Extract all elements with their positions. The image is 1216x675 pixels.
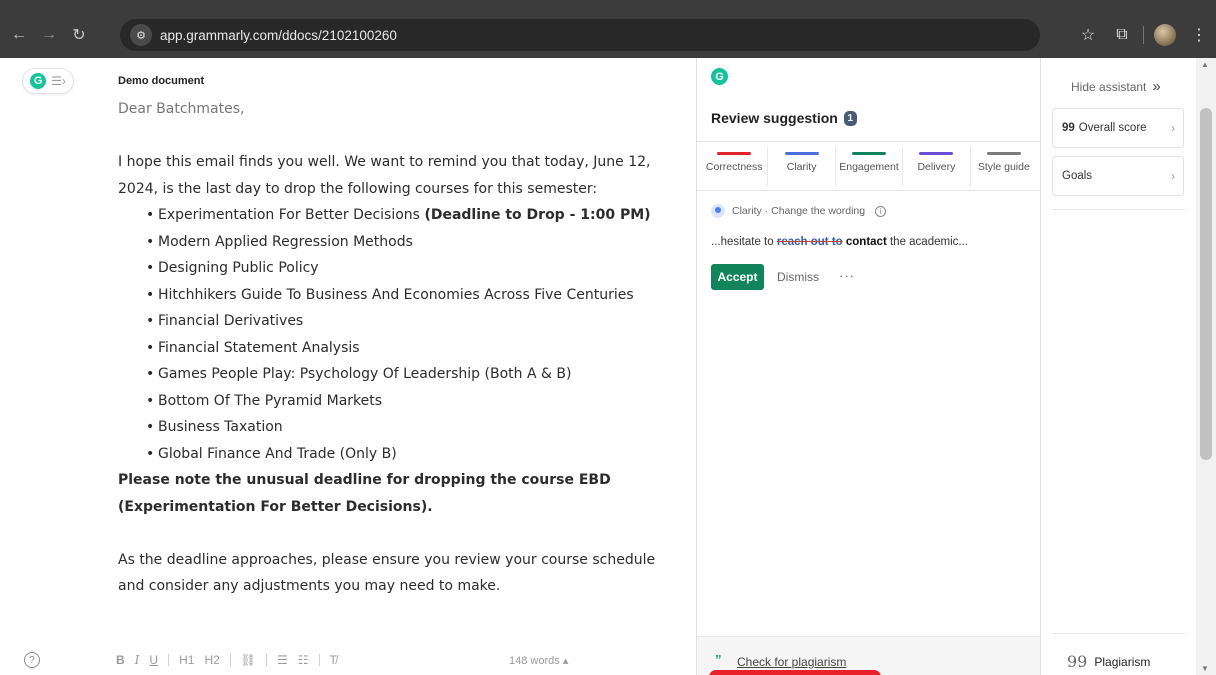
- clear-format-icon[interactable]: T̸: [330, 653, 337, 667]
- format-divider: [318, 654, 320, 666]
- tab-clarity[interactable]: Clarity: [768, 148, 836, 186]
- document-menu-button[interactable]: G ☰›: [22, 68, 74, 94]
- back-icon[interactable]: ←: [8, 24, 30, 46]
- info-icon[interactable]: i: [875, 205, 887, 217]
- forward-icon[interactable]: →: [38, 24, 60, 46]
- assistant-sidebar: Hide assistant » 99 Overall score › Goals…: [1041, 58, 1196, 675]
- link-icon[interactable]: ⛓: [241, 653, 256, 667]
- bullet-list-icon[interactable]: ☷: [298, 653, 309, 667]
- underline-icon[interactable]: U: [149, 653, 158, 667]
- panel-divider: [697, 190, 1040, 191]
- bold-note: Please note the unusual deadline for dro…: [118, 472, 611, 515]
- site-settings-icon[interactable]: ⚙: [130, 24, 152, 46]
- plagiarism-button[interactable]: 99 Plagiarism: [1067, 652, 1150, 671]
- list-item: Bottom Of The Pyramid Markets: [146, 388, 678, 415]
- format-toolbar: B I U H1 H2 ⛓ ☰ ☷ T̸: [116, 653, 347, 667]
- list-item: Financial Statement Analysis: [146, 335, 678, 362]
- tab-delivery[interactable]: Delivery: [903, 148, 971, 186]
- hide-assistant-button[interactable]: Hide assistant »: [1071, 78, 1161, 95]
- address-bar[interactable]: ⚙ app.grammarly.com/ddocs/2102100260: [120, 19, 1040, 51]
- url-text[interactable]: app.grammarly.com/ddocs/2102100260: [160, 28, 397, 43]
- italic-icon[interactable]: I: [135, 653, 140, 667]
- heading2-icon[interactable]: H2: [204, 653, 219, 667]
- scrollbar-thumb[interactable]: [1200, 108, 1212, 460]
- grammarly-page: G ☰› Demo document Dear Batchmates, I ho…: [0, 58, 1216, 675]
- list-item: Hitchhikers Guide To Business And Econom…: [146, 282, 678, 309]
- bold-icon[interactable]: B: [116, 653, 125, 667]
- format-divider: [266, 654, 268, 666]
- quote-outline-icon: 99: [1067, 652, 1088, 671]
- grammarly-logo-icon: G: [30, 73, 47, 89]
- profile-avatar[interactable]: [1154, 24, 1176, 46]
- scroll-up-arrow-icon[interactable]: ▲: [1201, 60, 1209, 69]
- scroll-down-arrow-icon[interactable]: ▼: [1201, 664, 1209, 673]
- heading1-icon[interactable]: H1: [179, 653, 194, 667]
- document-title[interactable]: Demo document: [118, 75, 204, 87]
- plagiarism-check-bar: ” Check for plagiarism: [697, 636, 1040, 675]
- grammarly-logo-icon: G: [711, 68, 728, 85]
- red-annotation-mark: [709, 670, 881, 675]
- word-count[interactable]: 148 words ▴: [509, 654, 568, 667]
- panel-title: Review suggestion 1: [711, 110, 857, 126]
- tab-correctness[interactable]: Correctness: [701, 148, 769, 186]
- sidebar-divider: [1052, 633, 1185, 634]
- course-list: Experimentation For Better Decisions (De…: [118, 202, 678, 467]
- reload-icon[interactable]: ↻: [68, 24, 90, 46]
- help-icon[interactable]: ?: [24, 652, 40, 668]
- list-item: Financial Derivatives: [146, 308, 678, 335]
- more-options-icon[interactable]: ···: [839, 268, 855, 283]
- chevron-right-icon: ›: [1171, 169, 1175, 183]
- goals-card[interactable]: Goals ›: [1052, 156, 1184, 196]
- accept-button[interactable]: Accept: [711, 264, 764, 290]
- list-item: Modern Applied Regression Methods: [146, 229, 678, 256]
- clarity-icon: [711, 204, 725, 218]
- document-editor[interactable]: Dear Batchmates, I hope this email finds…: [118, 96, 678, 636]
- ordered-list-icon[interactable]: ☰: [277, 653, 288, 667]
- list-item: Designing Public Policy: [146, 255, 678, 282]
- list-item: Games People Play: Psychology Of Leaders…: [146, 361, 678, 388]
- format-divider: [168, 654, 170, 666]
- suggestion-count-badge: 1: [843, 110, 857, 126]
- tab-style-guide[interactable]: Style guide: [971, 148, 1037, 186]
- tab-strip: [0, 0, 1216, 12]
- intro-paragraph: I hope this email finds you well. We wan…: [118, 154, 651, 197]
- bookmark-star-icon[interactable]: ☆: [1075, 25, 1101, 45]
- check-plagiarism-link[interactable]: Check for plagiarism: [737, 655, 846, 669]
- tab-engagement[interactable]: Engagement: [836, 148, 904, 186]
- closing-paragraph: As the deadline approaches, please ensur…: [118, 551, 656, 595]
- browser-toolbar: ← → ↻ ⚙ app.grammarly.com/ddocs/21021002…: [0, 12, 1216, 58]
- overall-score-card[interactable]: 99 Overall score ›: [1052, 108, 1184, 148]
- sidebar-divider: [1052, 209, 1185, 210]
- suggestion-header: Clarity · Change the wording i: [711, 204, 887, 218]
- menu-lines-icon: ☰›: [51, 74, 66, 88]
- list-item: Global Finance And Trade (Only B): [146, 441, 678, 468]
- format-divider: [229, 654, 231, 666]
- category-tabs: Correctness Clarity Engagement Delivery …: [701, 148, 1037, 186]
- suggestion-panel: G Review suggestion 1 Correctness Clarit…: [696, 58, 1041, 675]
- dismiss-button[interactable]: Dismiss: [777, 270, 819, 284]
- page-scrollbar[interactable]: ▲ ▼: [1196, 58, 1216, 675]
- kebab-menu-icon[interactable]: ⋮: [1186, 25, 1212, 45]
- double-chevron-right-icon: »: [1152, 78, 1161, 95]
- suggestion-preview: ...hesitate to reach out to contact the …: [711, 236, 968, 248]
- panel-divider: [697, 141, 1040, 142]
- toolbar-divider: [1143, 26, 1144, 44]
- list-item: Business Taxation: [146, 414, 678, 441]
- list-item: Experimentation For Better Decisions (De…: [146, 202, 678, 229]
- greeting-line: Dear Batchmates,: [118, 101, 245, 117]
- quote-icon: ”: [715, 652, 722, 667]
- extensions-icon[interactable]: ⧉: [1109, 26, 1135, 44]
- editor-bottom-bar: ? B I U H1 H2 ⛓ ☰ ☷ T̸ 148 words ▴: [0, 648, 690, 675]
- chevron-right-icon: ›: [1171, 121, 1175, 135]
